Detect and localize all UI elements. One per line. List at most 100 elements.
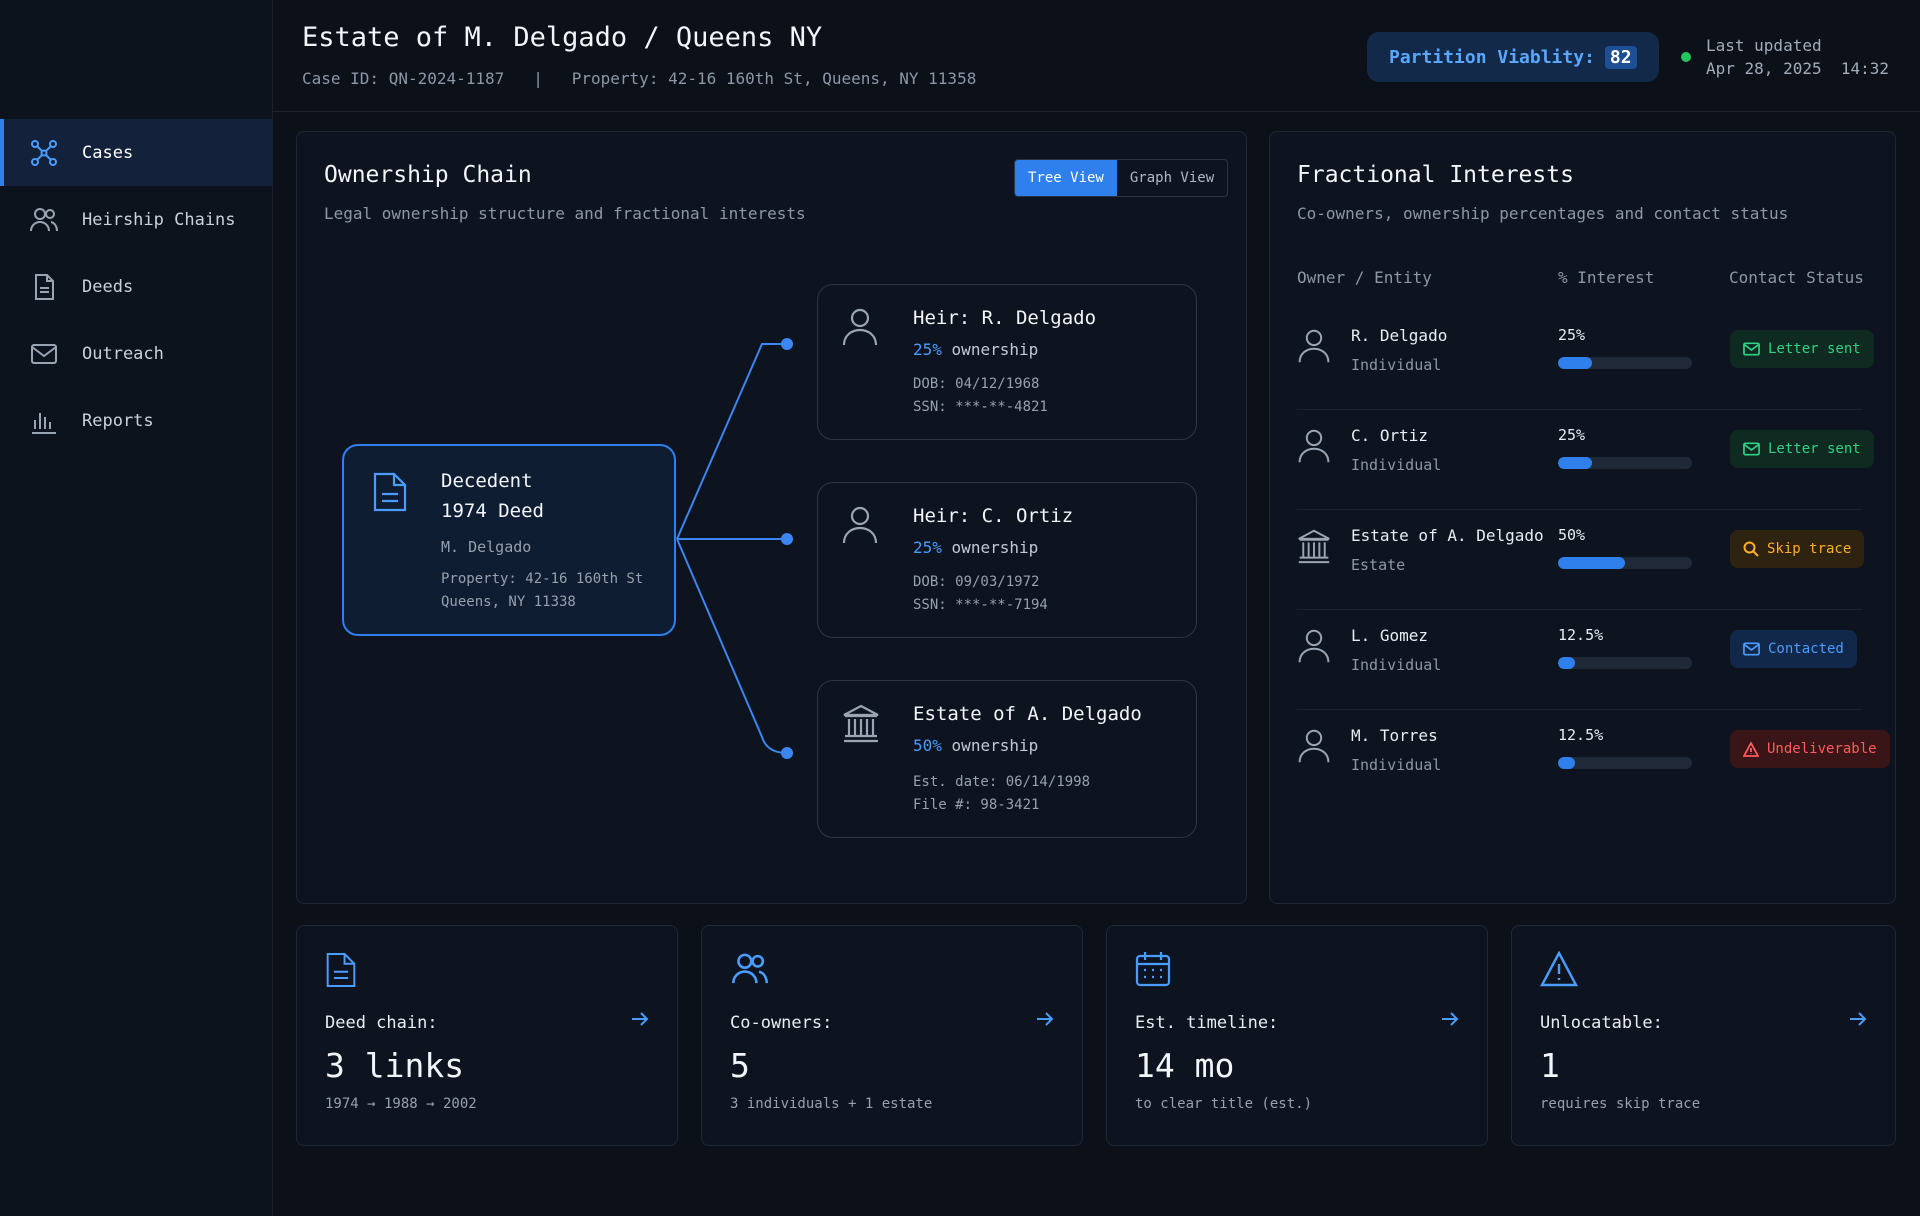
heir-title: Heir: R. Delgado <box>913 307 1097 329</box>
sidebar-item-label: Cases <box>82 142 134 163</box>
interest-pct: 12.5% <box>1558 626 1604 644</box>
summary-card-deed-chain[interactable]: Deed chain: 3 links 1974 → 1988 → 2002 <box>296 925 678 1146</box>
fractional-interests-panel: Fractional Interests Co-owners, ownershi… <box>1269 131 1896 904</box>
app: Cases Heirship Chains Deeds Outreach Rep… <box>0 0 1920 1216</box>
card-label: Co-owners: <box>730 1013 833 1033</box>
sidebar: Cases Heirship Chains Deeds Outreach Rep… <box>0 0 273 1216</box>
bank-building-icon <box>842 703 880 747</box>
warning-icon <box>1743 741 1759 757</box>
sidebar-item-label: Outreach <box>82 343 164 364</box>
decedent-node[interactable]: Decedent 1974 Deed M. Delgado Property: … <box>342 444 676 636</box>
document-icon <box>30 273 58 301</box>
summary-card-co-owners[interactable]: Co-owners: 5 3 individuals + 1 estate <box>701 925 1083 1146</box>
decedent-deed: 1974 Deed <box>441 500 544 522</box>
interest-pct: 25% <box>1558 426 1586 444</box>
arrow-right-icon[interactable] <box>631 1011 649 1030</box>
table-row[interactable]: L. Gomez Individual 12.5% Contacted <box>1297 610 1862 710</box>
meta-separator: | <box>533 69 543 88</box>
case-property: Property: 42-16 160th St, Queens, NY 113… <box>571 69 977 88</box>
decedent-title: Decedent <box>441 470 533 492</box>
arrow-right-icon[interactable] <box>1849 1011 1867 1030</box>
heir-share-suffix: ownership <box>951 538 1039 557</box>
table-row[interactable]: M. Torres Individual 12.5% Undeliverable <box>1297 710 1890 810</box>
card-description: 1974 → 1988 → 2002 <box>325 1096 477 1112</box>
status-badge[interactable]: Undeliverable <box>1730 730 1890 768</box>
table-row[interactable]: C. Ortiz Individual 25% Letter sent <box>1297 410 1874 510</box>
person-icon <box>842 505 878 549</box>
updated-value: Apr 28, 2025 14:32 <box>1706 59 1890 78</box>
status-badge[interactable]: Letter sent <box>1730 430 1874 468</box>
heir-node-estate-a-delgado[interactable]: Estate of A. Delgado 50% ownership Est. … <box>817 680 1197 838</box>
card-description: requires skip trace <box>1540 1096 1701 1112</box>
mail-icon <box>1743 442 1760 456</box>
card-value: 5 <box>730 1046 750 1085</box>
arrow-right-icon[interactable] <box>1441 1011 1459 1030</box>
interest-bar-fill <box>1558 757 1575 769</box>
connector-dot <box>781 533 793 545</box>
page-title: Estate of M. Delgado / Queens NY <box>302 22 823 53</box>
card-value: 3 links <box>325 1046 465 1085</box>
owner-name: R. Delgado <box>1351 326 1448 345</box>
sidebar-item-outreach[interactable]: Outreach <box>0 320 273 387</box>
sidebar-item-deeds[interactable]: Deeds <box>0 253 273 320</box>
table-row[interactable]: Estate of A. Delgado Estate 50% Skip tra… <box>1297 510 1865 610</box>
heir-share: 25% ownership <box>913 538 1038 557</box>
status-badge[interactable]: Skip trace <box>1730 530 1865 568</box>
viability-label: Partition Viablity: <box>1389 46 1595 68</box>
status-badge[interactable]: Contacted <box>1730 630 1857 668</box>
status-label: Letter sent <box>1768 441 1861 457</box>
calendar-icon <box>1135 951 1171 991</box>
owner-name: M. Torres <box>1351 726 1438 745</box>
graph-view-button[interactable]: Graph View <box>1117 160 1227 196</box>
card-description: to clear title (est.) <box>1135 1096 1313 1112</box>
users-icon <box>30 206 58 234</box>
heir-node-r-delgado[interactable]: Heir: R. Delgado 25% ownership DOB: 04/1… <box>817 284 1197 440</box>
interest-pct: 12.5% <box>1558 726 1604 744</box>
heir-node-c-ortiz[interactable]: Heir: C. Ortiz 25% ownership DOB: 09/03/… <box>817 482 1197 638</box>
case-meta: Case ID: QN-2024-1187 | Property: 42-16 … <box>302 69 976 88</box>
interest-bar-fill <box>1558 457 1592 469</box>
column-header-interest: % Interest <box>1558 268 1655 287</box>
heir-title: Heir: C. Ortiz <box>913 505 1074 527</box>
interest-bar-fill <box>1558 657 1575 669</box>
sidebar-item-label: Reports <box>82 410 154 431</box>
mail-icon <box>1743 342 1760 356</box>
partition-viability-badge[interactable]: Partition Viablity: 82 <box>1367 32 1659 82</box>
heir-line2: File #: 98-3421 <box>913 797 1040 813</box>
owner-name: Estate of A. Delgado <box>1351 526 1544 545</box>
main-content: Estate of M. Delgado / Queens NY Case ID… <box>273 0 1920 1216</box>
arrow-right-icon[interactable] <box>1036 1011 1054 1030</box>
table-row[interactable]: R. Delgado Individual 25% Letter sent <box>1297 310 1874 410</box>
card-label: Deed chain: <box>325 1013 438 1033</box>
sidebar-item-cases[interactable]: Cases <box>0 119 273 186</box>
interest-pct: 50% <box>1558 526 1586 544</box>
person-icon <box>1297 728 1331 768</box>
interest-bar <box>1558 357 1692 369</box>
status-label: Skip trace <box>1767 541 1852 557</box>
status-badge[interactable]: Letter sent <box>1730 330 1874 368</box>
sidebar-item-heirship-chains[interactable]: Heirship Chains <box>0 186 273 253</box>
heir-line2: SSN: ***-**-7194 <box>913 597 1048 613</box>
interest-bar-fill <box>1558 557 1625 569</box>
person-icon <box>1297 428 1331 468</box>
heir-title: Estate of A. Delgado <box>913 703 1142 725</box>
network-icon <box>30 139 58 167</box>
document-icon <box>372 472 408 516</box>
panel-subtitle: Co-owners, ownership percentages and con… <box>1297 204 1789 223</box>
connector-dot <box>781 747 793 759</box>
heir-line1: Est. date: 06/14/1998 <box>913 774 1091 790</box>
document-icon <box>325 951 357 993</box>
bank-building-icon <box>1297 528 1331 568</box>
users-icon <box>730 951 770 991</box>
tree-view-button[interactable]: Tree View <box>1015 160 1117 196</box>
sidebar-item-reports[interactable]: Reports <box>0 387 273 454</box>
panel-title: Fractional Interests <box>1297 162 1574 188</box>
sidebar-item-label: Deeds <box>82 276 134 297</box>
warning-icon <box>1540 950 1578 991</box>
column-header-owner: Owner / Entity <box>1297 268 1432 287</box>
sidebar-item-label: Heirship Chains <box>82 209 236 230</box>
summary-card-unlocatable[interactable]: Unlocatable: 1 requires skip trace <box>1511 925 1896 1146</box>
mail-icon <box>1743 642 1760 656</box>
status-label: Contacted <box>1768 641 1844 657</box>
summary-card-timeline[interactable]: Est. timeline: 14 mo to clear title (est… <box>1106 925 1488 1146</box>
